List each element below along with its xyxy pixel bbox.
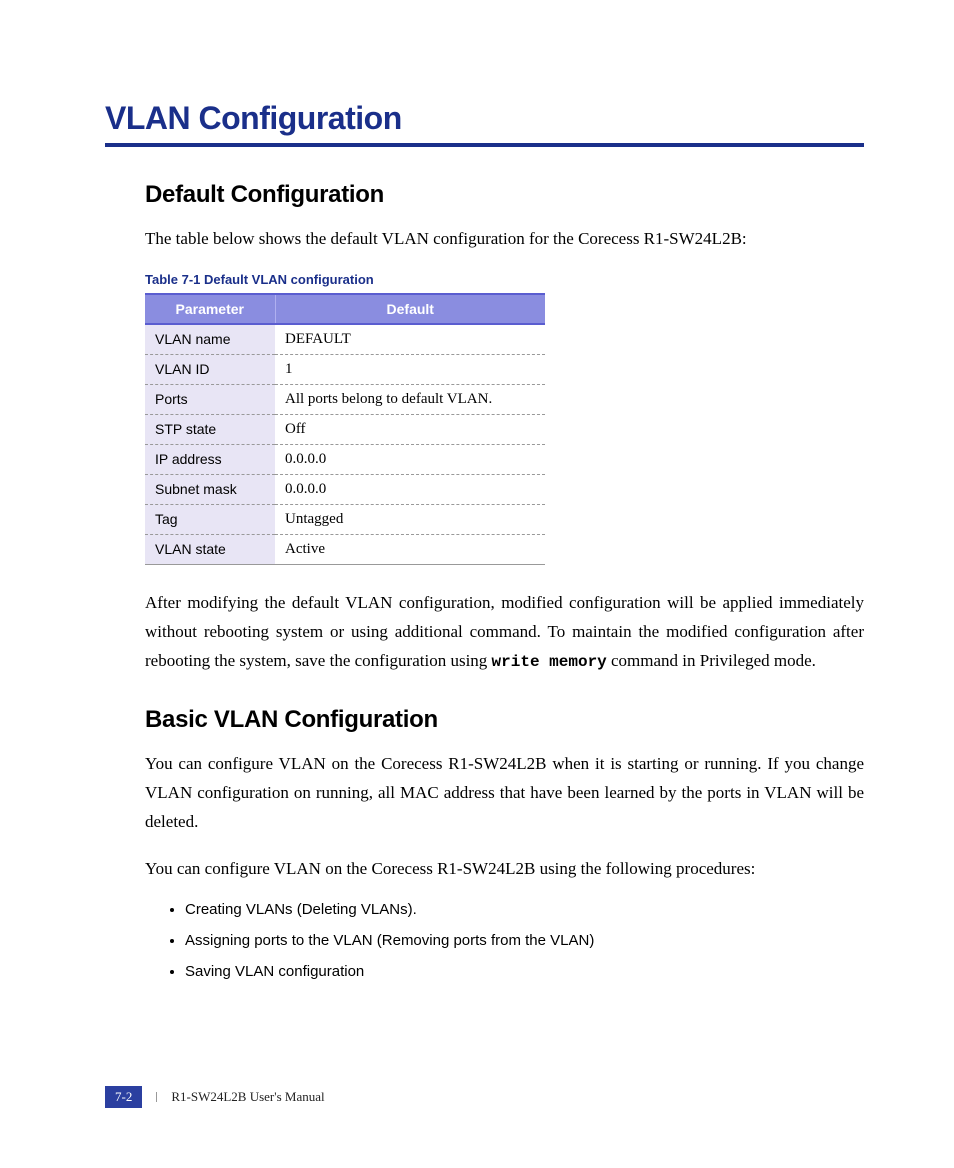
command-code: write memory — [492, 653, 607, 671]
title-rule — [105, 143, 864, 147]
table-header-row: Parameter Default — [145, 294, 545, 324]
procedure-list: Creating VLANs (Deleting VLANs). Assigni… — [145, 901, 864, 980]
cell-param: Subnet mask — [145, 474, 275, 504]
para-text: command in Privileged mode. — [607, 651, 816, 670]
heading-basic-vlan: Basic VLAN Configuration — [145, 706, 864, 734]
cell-param: STP state — [145, 414, 275, 444]
cell-val: All ports belong to default VLAN. — [275, 384, 545, 414]
basic-para-1: You can configure VLAN on the Corecess R… — [145, 750, 864, 837]
table-caption: Table 7-1 Default VLAN configuration — [145, 272, 864, 287]
after-table-paragraph: After modifying the default VLAN configu… — [145, 589, 864, 676]
table-row: VLAN stateActive — [145, 534, 545, 564]
footer-divider — [156, 1092, 157, 1102]
cell-val: 0.0.0.0 — [275, 474, 545, 504]
intro-paragraph: The table below shows the default VLAN c… — [145, 225, 864, 254]
section-basic-vlan: Basic VLAN Configuration You can configu… — [105, 706, 864, 981]
table-row: VLAN ID1 — [145, 354, 545, 384]
section-default-config: Default Configuration The table below sh… — [105, 181, 864, 676]
cell-val: 1 — [275, 354, 545, 384]
cell-param: VLAN name — [145, 324, 275, 355]
cell-param: VLAN ID — [145, 354, 275, 384]
cell-param: Ports — [145, 384, 275, 414]
list-item: Creating VLANs (Deleting VLANs). — [185, 901, 864, 918]
heading-default-config: Default Configuration — [145, 181, 864, 209]
cell-param: IP address — [145, 444, 275, 474]
cell-val: Active — [275, 534, 545, 564]
page-number: 7-2 — [105, 1086, 142, 1108]
table-row: PortsAll ports belong to default VLAN. — [145, 384, 545, 414]
table-row: STP stateOff — [145, 414, 545, 444]
list-item: Saving VLAN configuration — [185, 963, 864, 980]
doc-title: R1-SW24L2B User's Manual — [171, 1089, 324, 1105]
table-row: IP address0.0.0.0 — [145, 444, 545, 474]
cell-val: Untagged — [275, 504, 545, 534]
cell-val: 0.0.0.0 — [275, 444, 545, 474]
cell-param: Tag — [145, 504, 275, 534]
default-vlan-table: Parameter Default VLAN nameDEFAULT VLAN … — [145, 293, 545, 565]
page-title: VLAN Configuration — [105, 100, 864, 137]
cell-param: VLAN state — [145, 534, 275, 564]
table-row: VLAN nameDEFAULT — [145, 324, 545, 355]
table-row: TagUntagged — [145, 504, 545, 534]
cell-val: DEFAULT — [275, 324, 545, 355]
table-row: Subnet mask0.0.0.0 — [145, 474, 545, 504]
cell-val: Off — [275, 414, 545, 444]
page-footer: 7-2 R1-SW24L2B User's Manual — [105, 1086, 325, 1108]
col-default: Default — [275, 294, 545, 324]
list-item: Assigning ports to the VLAN (Removing po… — [185, 932, 864, 949]
page: VLAN Configuration Default Configuration… — [0, 0, 954, 1168]
col-parameter: Parameter — [145, 294, 275, 324]
basic-para-2: You can configure VLAN on the Corecess R… — [145, 855, 864, 884]
